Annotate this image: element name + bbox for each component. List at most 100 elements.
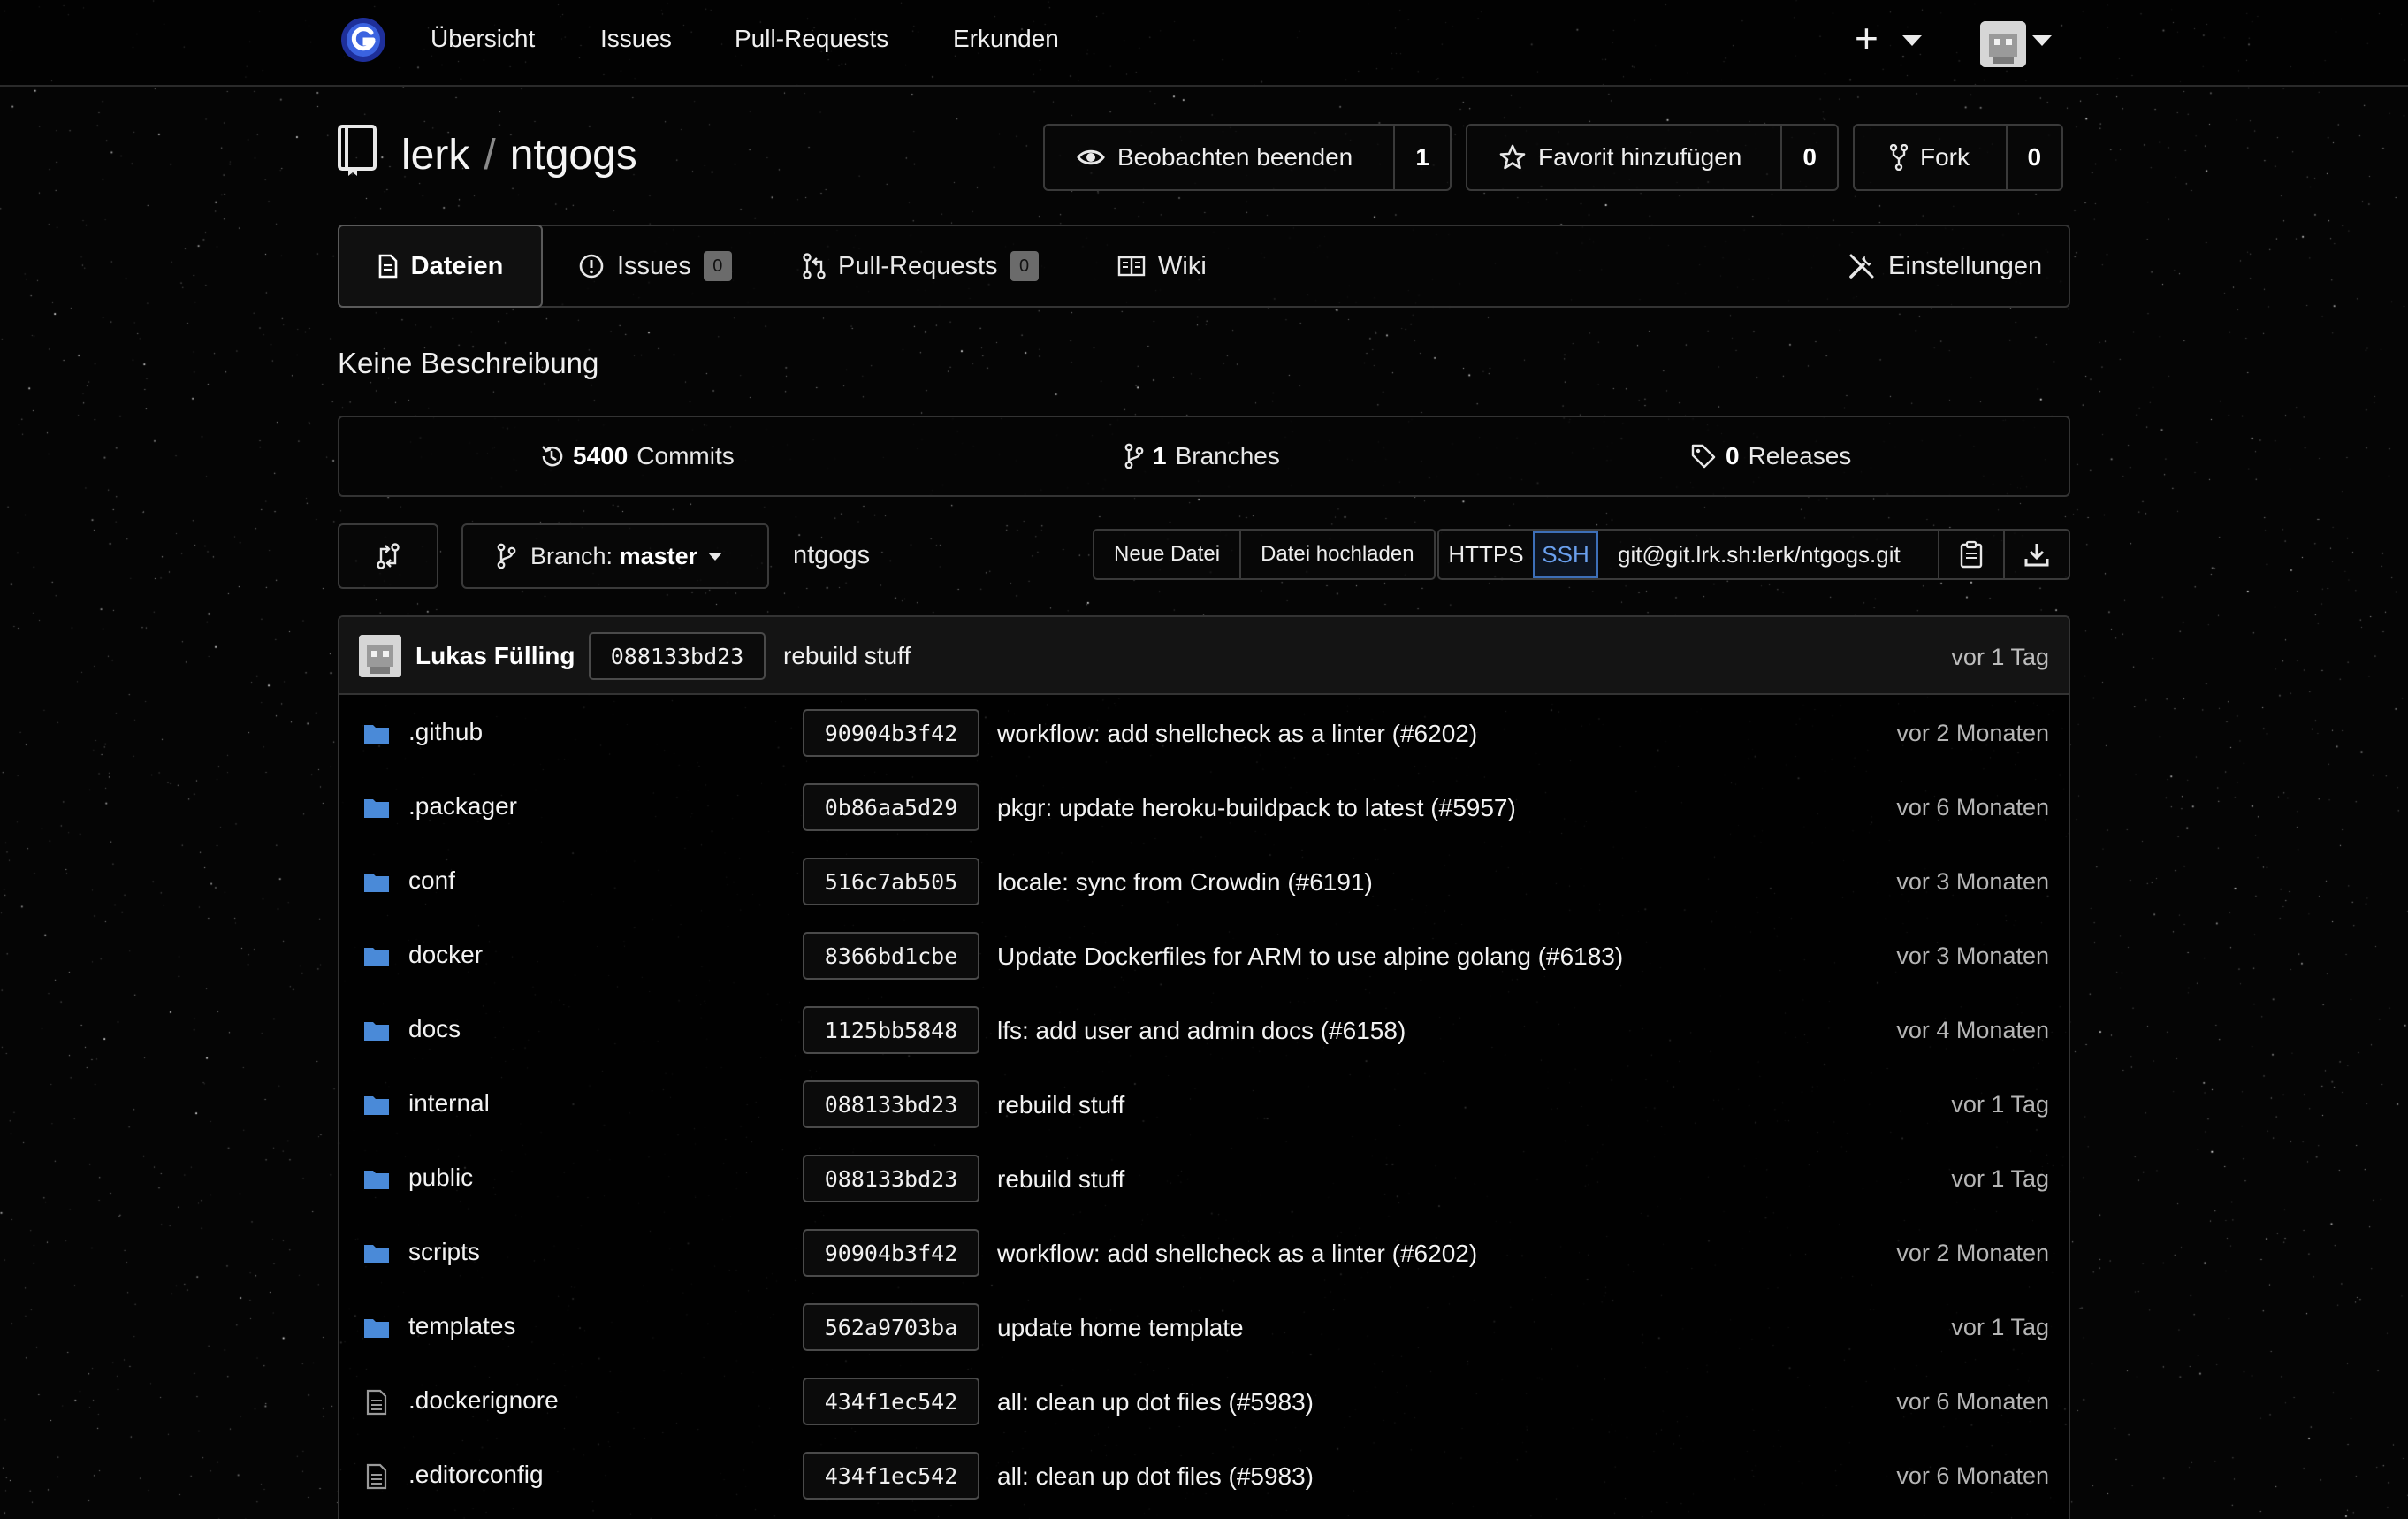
- folder-icon: [362, 943, 391, 971]
- nav-pull-requests[interactable]: Pull-Requests: [735, 25, 888, 53]
- app-logo-icon[interactable]: [339, 16, 387, 64]
- fork-icon: [1890, 144, 1908, 171]
- commit-sha-link[interactable]: 562a9703ba: [803, 1303, 979, 1351]
- latest-commit-sha[interactable]: 088133bd23: [589, 632, 766, 680]
- commit-sha-link[interactable]: 0b86aa5d29: [803, 783, 979, 831]
- star-icon: [1499, 144, 1526, 170]
- tab-issues[interactable]: Issues 0: [578, 226, 732, 306]
- commit-sha-link[interactable]: 8366bd1cbe: [803, 932, 979, 980]
- unwatch-button[interactable]: Beobachten beenden: [1045, 126, 1393, 189]
- file-name-link[interactable]: public: [408, 1164, 473, 1192]
- table-row[interactable]: scripts 90904b3f42 workflow: add shellchec…: [339, 1217, 2069, 1291]
- file-name-link[interactable]: scripts: [408, 1238, 480, 1266]
- tab-files[interactable]: Dateien: [338, 225, 543, 308]
- commit-age: vor 1 Tag: [1951, 1091, 2049, 1118]
- tab-pull-requests[interactable]: Pull-Requests 0: [803, 226, 1039, 306]
- branch-name: master: [619, 542, 698, 569]
- new-file-button[interactable]: Neue Datei: [1094, 531, 1239, 578]
- https-clone-button[interactable]: HTTPS: [1439, 531, 1533, 578]
- table-row[interactable]: docs 1125bb5848 lfs: add user and admin do…: [339, 994, 2069, 1068]
- table-row[interactable]: internal 088133bd23 rebuild stuff vor 1 Tag: [339, 1068, 2069, 1142]
- file-name-link[interactable]: .github: [408, 718, 483, 746]
- branches-stat[interactable]: 1 Branches: [1124, 442, 1280, 470]
- commit-sha-link[interactable]: 088133bd23: [803, 1155, 979, 1202]
- file-name-link[interactable]: .dockerignore: [408, 1386, 559, 1415]
- create-dropdown-caret-icon[interactable]: [1902, 35, 1922, 46]
- commit-message-link[interactable]: update home template: [997, 1314, 1244, 1342]
- commit-sha-link[interactable]: 516c7ab505: [803, 858, 979, 905]
- commit-message-link[interactable]: workflow: add shellcheck as a linter (#6…: [997, 1240, 1477, 1268]
- nav-overview[interactable]: Übersicht: [431, 25, 535, 53]
- table-row[interactable]: docker 8366bd1cbe Update Dockerfiles for A…: [339, 920, 2069, 994]
- repo-icon: [338, 125, 377, 176]
- commit-age: vor 3 Monaten: [1896, 943, 2049, 969]
- nav-issues[interactable]: Issues: [600, 25, 672, 53]
- releases-stat[interactable]: 0 Releases: [1690, 442, 1851, 470]
- create-plus-icon[interactable]: +: [1855, 18, 1878, 58]
- nav-explore[interactable]: Erkunden: [953, 25, 1059, 53]
- file-name-link[interactable]: templates: [408, 1312, 515, 1340]
- user-dropdown-caret-icon[interactable]: [2032, 35, 2052, 46]
- table-row[interactable]: templates 562a9703ba update home template v…: [339, 1291, 2069, 1365]
- file-name-link[interactable]: .packager: [408, 792, 517, 821]
- latest-commit-message[interactable]: rebuild stuff: [783, 642, 911, 670]
- table-row[interactable]: conf 516c7ab505 locale: sync from Crowdin …: [339, 845, 2069, 920]
- commit-sha-link[interactable]: 1125bb5848: [803, 1006, 979, 1054]
- folder-icon: [362, 1240, 391, 1268]
- commit-message-link[interactable]: all: clean up dot files (#5983): [997, 1388, 1314, 1416]
- file-name-link[interactable]: docs: [408, 1015, 461, 1043]
- commit-message-link[interactable]: lfs: add user and admin docs (#6158): [997, 1017, 1406, 1045]
- table-row[interactable]: .editorconfig 434f1ec542 all: clean up dot…: [339, 1439, 2069, 1514]
- commit-sha-link[interactable]: 90904b3f42: [803, 709, 979, 757]
- breadcrumb-path[interactable]: ntgogs: [793, 541, 870, 570]
- table-row[interactable]: public 088133bd23 rebuild stuff vor 1 Tag: [339, 1142, 2069, 1217]
- stars-count[interactable]: 0: [1780, 126, 1837, 189]
- commit-author-avatar[interactable]: [359, 635, 401, 677]
- file-name-link[interactable]: docker: [408, 941, 483, 969]
- table-row[interactable]: .packager 0b86aa5d29 pkgr: update heroku-b…: [339, 771, 2069, 845]
- file-name-link[interactable]: .editorconfig: [408, 1461, 544, 1489]
- tab-wiki-label: Wiki: [1158, 251, 1207, 280]
- repo-owner-link[interactable]: lerk: [401, 132, 469, 179]
- watchers-count[interactable]: 1: [1393, 126, 1450, 189]
- clone-url-field[interactable]: git@git.lrk.sh:lerk/ntgogs.git: [1598, 531, 1938, 578]
- star-button[interactable]: Favorit hinzufügen: [1467, 126, 1780, 189]
- issue-icon: [579, 254, 604, 279]
- tab-wiki[interactable]: Wiki: [1117, 226, 1207, 306]
- commit-sha-link[interactable]: 434f1ec542: [803, 1452, 979, 1500]
- table-row[interactable]: .github 90904b3f42 workflow: add shellchec…: [339, 697, 2069, 771]
- commit-message-link[interactable]: rebuild stuff: [997, 1165, 1124, 1194]
- commit-message-link[interactable]: pkgr: update heroku-buildpack to latest …: [997, 794, 1516, 822]
- commit-sha-link[interactable]: 434f1ec542: [803, 1378, 979, 1425]
- ssh-clone-button[interactable]: SSH: [1533, 531, 1598, 578]
- copy-url-button[interactable]: [1938, 531, 2003, 578]
- user-avatar[interactable]: [1980, 21, 2026, 67]
- commit-message-link[interactable]: workflow: add shellcheck as a linter (#6…: [997, 720, 1477, 748]
- commit-message-link[interactable]: Update Dockerfiles for ARM to use alpine…: [997, 943, 1623, 971]
- download-icon: [2024, 544, 2049, 567]
- fork-button[interactable]: Fork: [1855, 126, 2006, 189]
- commit-message-link[interactable]: rebuild stuff: [997, 1091, 1124, 1119]
- file-name-link[interactable]: conf: [408, 866, 455, 895]
- folder-icon: [362, 1165, 391, 1194]
- commits-stat[interactable]: 5400 Commits: [539, 442, 735, 470]
- table-row[interactable]: .dockerignore 434f1ec542 all: clean up dot…: [339, 1365, 2069, 1439]
- commit-age: vor 1 Tag: [1951, 1314, 2049, 1340]
- repo-name-link[interactable]: ntgogs: [510, 132, 637, 179]
- clipboard-icon: [1960, 540, 1983, 569]
- upload-file-button[interactable]: Datei hochladen: [1239, 531, 1433, 578]
- clone-panel: HTTPS SSH git@git.lrk.sh:lerk/ntgogs.git: [1437, 529, 2070, 580]
- tab-pull-requests-label: Pull-Requests: [838, 251, 998, 280]
- commit-message-link[interactable]: all: clean up dot files (#5983): [997, 1462, 1314, 1491]
- forks-count[interactable]: 0: [2005, 126, 2061, 189]
- download-archive-button[interactable]: [2003, 531, 2069, 578]
- commit-message-link[interactable]: locale: sync from Crowdin (#6191): [997, 868, 1373, 897]
- file-name-link[interactable]: internal: [408, 1089, 490, 1118]
- commit-sha-link[interactable]: 90904b3f42: [803, 1229, 979, 1277]
- branch-selector[interactable]: Branch: master: [461, 523, 769, 589]
- tab-settings[interactable]: Einstellungen: [1848, 226, 2042, 306]
- commit-sha-link[interactable]: 088133bd23: [803, 1080, 979, 1128]
- commit-author[interactable]: Lukas Fülling: [415, 642, 575, 670]
- file-table: Lukas Fülling 088133bd23 rebuild stuff v…: [338, 615, 2070, 1519]
- compare-button[interactable]: [338, 523, 438, 589]
